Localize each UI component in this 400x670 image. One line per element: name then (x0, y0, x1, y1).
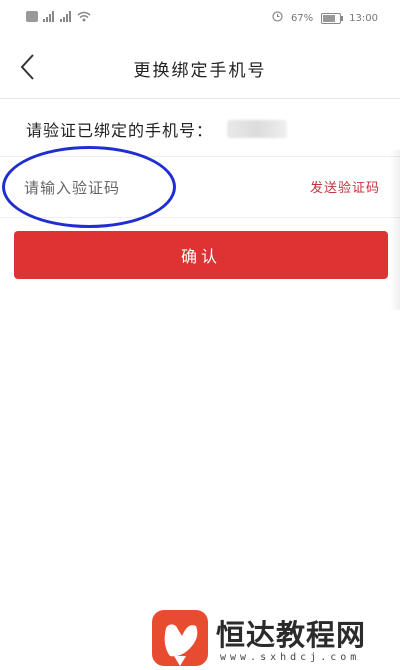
bound-phone-row: 请验证已绑定的手机号： (26, 115, 386, 143)
watermark-logo-icon (152, 610, 208, 666)
edge-shadow (390, 150, 400, 310)
signal-2-icon (60, 11, 72, 22)
watermark: 恒达教程网 www.sxhdcj.com (150, 608, 400, 670)
signal-icon (43, 11, 55, 22)
watermark-name: 恒达教程网 (216, 618, 367, 652)
send-code-button[interactable]: 发送验证码 (310, 177, 380, 196)
nav-bar: 更换绑定手机号 (0, 36, 400, 99)
verification-code-input[interactable] (22, 171, 256, 205)
wifi-icon (77, 11, 91, 22)
sim-icon (26, 11, 38, 22)
battery-icon (321, 12, 344, 24)
status-bar: 67% 13:00 (0, 0, 400, 36)
bound-phone-label: 请验证已绑定的手机号： (26, 121, 214, 140)
verification-code-row: 发送验证码 (0, 156, 400, 218)
confirm-button[interactable]: 确认 (14, 231, 388, 279)
masked-phone-number (227, 120, 288, 138)
status-right: 67% 13:00 (272, 11, 378, 25)
status-time: 13:00 (349, 12, 378, 24)
status-left (26, 11, 91, 22)
page-title: 更换绑定手机号 (133, 61, 267, 81)
watermark-url: www.sxhdcj.com (220, 652, 361, 663)
battery-percent: 67% (290, 12, 314, 24)
alarm-icon (272, 11, 283, 25)
